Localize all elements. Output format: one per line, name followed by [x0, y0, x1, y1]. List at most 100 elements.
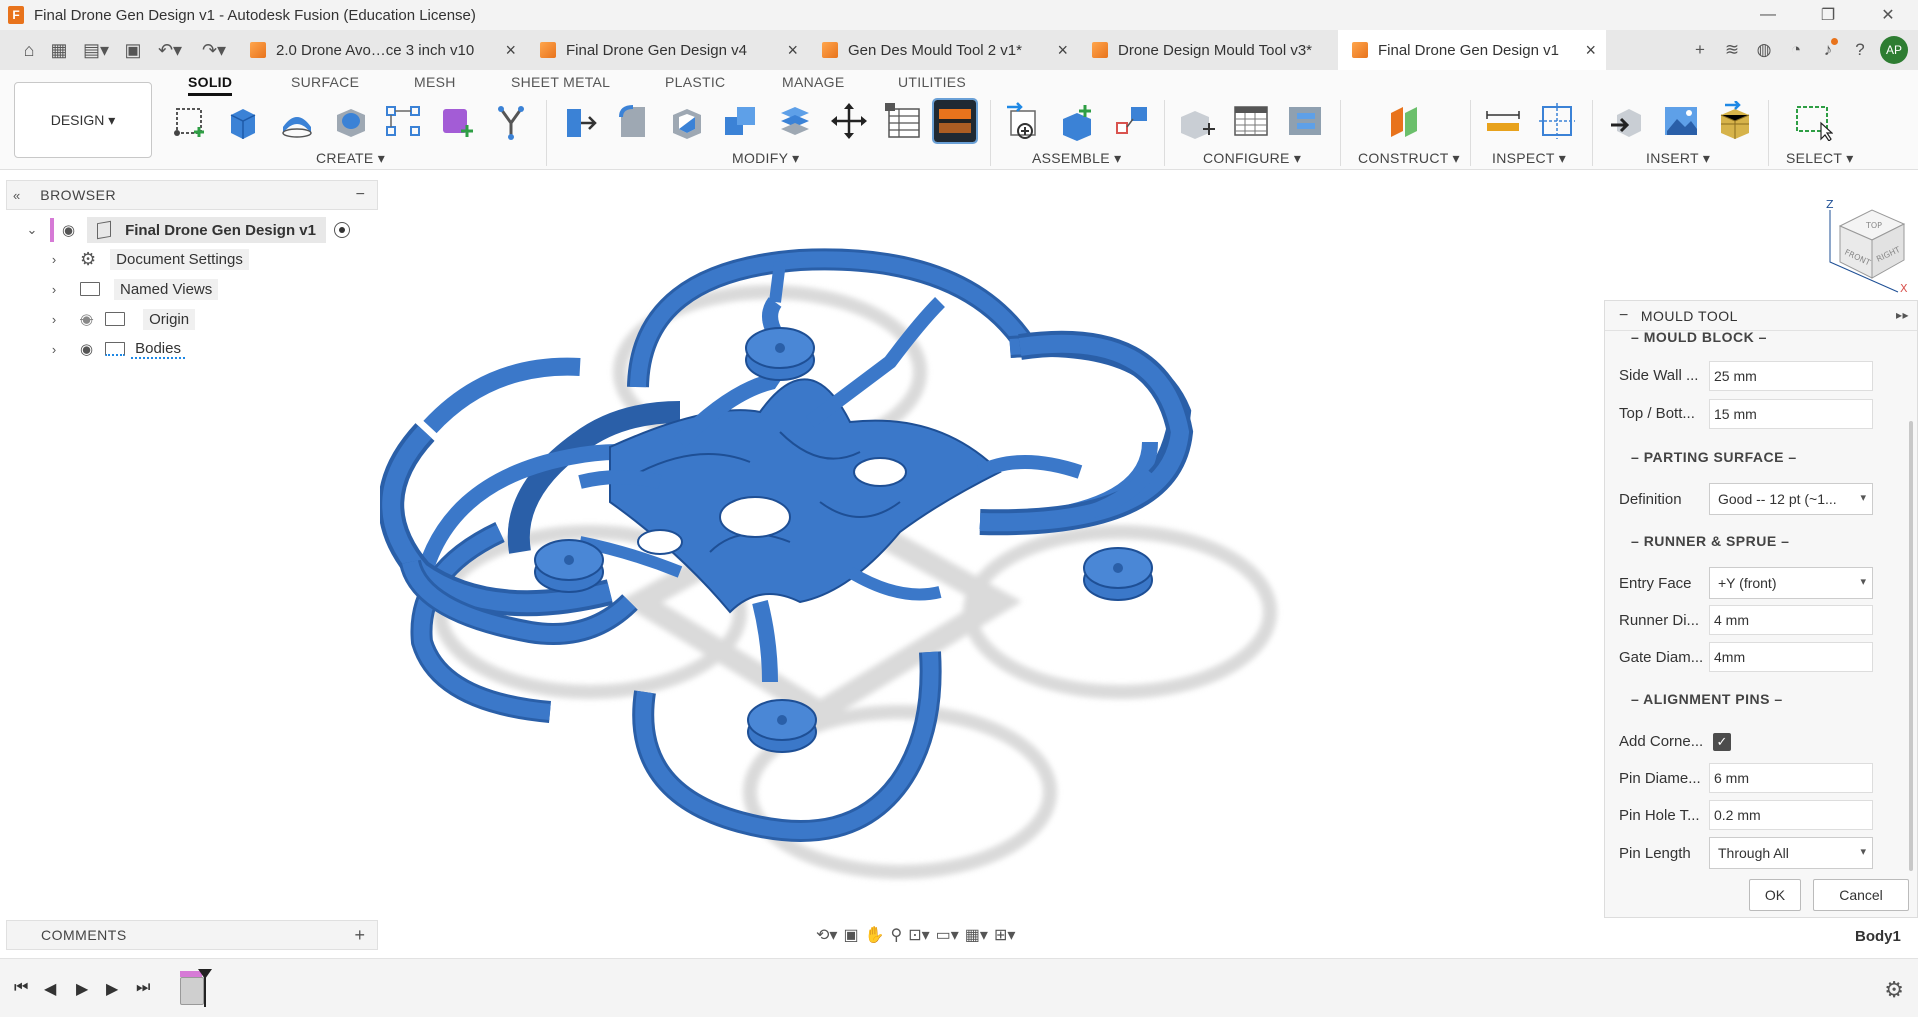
redo-icon[interactable]: ↷▾: [192, 35, 236, 65]
configuration-rule-icon[interactable]: [1284, 100, 1326, 142]
group-configure[interactable]: CONFIGURE ▾: [1203, 150, 1301, 167]
browser-item-named-views[interactable]: › Named Views: [46, 275, 219, 303]
chevron-right-icon[interactable]: ›: [46, 342, 62, 357]
viewcube[interactable]: TOP FRONT RIGHT Z X: [1810, 196, 1910, 296]
generative-design-icon[interactable]: [490, 100, 532, 142]
fillet-icon[interactable]: [612, 100, 654, 142]
pattern-icon[interactable]: [382, 100, 424, 142]
chevron-right-icon[interactable]: ›: [46, 252, 62, 267]
doc-tab-3[interactable]: Gen Des Mould Tool 2 v1* ×: [808, 30, 1078, 70]
group-insert[interactable]: INSERT ▾: [1646, 150, 1710, 167]
activate-radio-icon[interactable]: [333, 222, 350, 238]
add-comment-button[interactable]: +: [354, 925, 365, 946]
workspace-switcher[interactable]: DESIGN ▾: [14, 82, 152, 158]
doc-tab-4[interactable]: Drone Design Mould Tool v3*: [1078, 30, 1338, 70]
look-at-icon[interactable]: ▣: [843, 925, 858, 945]
browser-item-bodies[interactable]: › ◉ Bodies: [46, 335, 185, 363]
tab-surface[interactable]: SURFACE: [291, 74, 359, 90]
eye-icon[interactable]: ◉: [80, 340, 93, 358]
top-bottom-input[interactable]: 15 mm: [1709, 399, 1873, 429]
group-inspect[interactable]: INSPECT ▾: [1492, 150, 1566, 167]
new-tab-plus-icon[interactable]: +: [1688, 38, 1712, 62]
group-select[interactable]: SELECT ▾: [1786, 150, 1854, 167]
eye-icon[interactable]: ◉: [62, 221, 75, 239]
doc-tab-active[interactable]: Final Drone Gen Design v1 ×: [1338, 30, 1606, 70]
offset-plane-icon[interactable]: [1384, 100, 1426, 142]
definition-select[interactable]: Good -- 12 pt (~1...: [1709, 483, 1873, 515]
user-avatar[interactable]: AP: [1880, 36, 1908, 64]
extensions-icon[interactable]: ≋: [1720, 38, 1744, 62]
step-back-icon[interactable]: ◀: [44, 979, 56, 999]
window-select-icon[interactable]: [1792, 100, 1834, 142]
go-to-start-icon[interactable]: ⏮: [14, 979, 28, 997]
pan-icon[interactable]: ✋: [865, 925, 885, 945]
collapse-panel-icon[interactable]: «: [13, 188, 20, 203]
tab-manage[interactable]: MANAGE: [782, 74, 844, 90]
as-built-joint-icon[interactable]: [1110, 100, 1152, 142]
doc-tab-2[interactable]: Final Drone Gen Design v4 ×: [526, 30, 808, 70]
configuration-table-icon[interactable]: [1230, 100, 1272, 142]
display-settings-icon[interactable]: ▭▾: [936, 925, 959, 945]
insert-image-icon[interactable]: [1660, 100, 1702, 142]
group-modify[interactable]: MODIFY ▾: [732, 150, 800, 167]
close-window-button[interactable]: ✕: [1858, 0, 1918, 30]
compute-all-icon[interactable]: [932, 98, 978, 144]
collapse-dialog-icon[interactable]: −: [1619, 307, 1629, 325]
group-construct[interactable]: CONSTRUCT ▾: [1358, 150, 1460, 167]
eye-hidden-icon[interactable]: ◉: [80, 310, 93, 328]
change-parameters-icon[interactable]: [882, 100, 924, 142]
offset-face-icon[interactable]: [774, 100, 816, 142]
extrude-icon[interactable]: [222, 100, 264, 142]
tab-mesh[interactable]: MESH: [414, 74, 456, 90]
job-status-icon[interactable]: ◍: [1752, 38, 1776, 62]
close-tab-icon[interactable]: ×: [505, 40, 516, 61]
drone-frame-model[interactable]: [378, 172, 1600, 942]
data-panel-grid-icon[interactable]: ▦: [44, 35, 74, 65]
create-form-icon[interactable]: [436, 100, 478, 142]
group-assemble[interactable]: ASSEMBLE ▾: [1032, 150, 1121, 167]
insert-derive-icon[interactable]: [1606, 100, 1648, 142]
timeline-feature[interactable]: [180, 977, 204, 1005]
browser-root-row[interactable]: ⌄ ◉ Final Drone Gen Design v1: [24, 216, 350, 244]
browser-item-document-settings[interactable]: › ⚙ Document Settings: [46, 245, 249, 273]
3d-viewport[interactable]: [378, 172, 1600, 942]
chevron-down-icon[interactable]: ⌄: [24, 222, 40, 238]
chevron-right-icon[interactable]: ›: [46, 282, 62, 297]
move-copy-icon[interactable]: [828, 100, 870, 142]
add-corner-checkbox[interactable]: ✓: [1713, 733, 1731, 751]
chevron-right-icon[interactable]: ›: [46, 312, 62, 327]
pin-diameter-input[interactable]: 6 mm: [1709, 763, 1873, 793]
close-tab-icon[interactable]: ×: [1057, 40, 1068, 61]
zoom-icon[interactable]: ⚲: [890, 925, 902, 945]
insert-mesh-icon[interactable]: [1714, 100, 1756, 142]
shell-icon[interactable]: [666, 100, 708, 142]
press-pull-icon[interactable]: [558, 100, 600, 142]
cancel-button[interactable]: Cancel: [1813, 879, 1909, 911]
pin-length-select[interactable]: Through All: [1709, 837, 1873, 869]
help-icon[interactable]: ?: [1848, 38, 1872, 62]
configure-design-icon[interactable]: [1176, 100, 1218, 142]
orbit-icon[interactable]: ⟲▾: [816, 925, 837, 945]
side-wall-input[interactable]: 25 mm: [1709, 361, 1873, 391]
maximize-button[interactable]: ❐: [1798, 0, 1858, 30]
create-sketch-icon[interactable]: [170, 100, 212, 142]
go-to-end-icon[interactable]: ⏭: [136, 979, 150, 997]
timeline-marker[interactable]: [198, 969, 212, 1007]
grid-settings-icon[interactable]: ▦▾: [965, 925, 988, 945]
fit-icon[interactable]: ⊡▾: [908, 925, 929, 945]
doc-tab-1[interactable]: 2.0 Drone Avo…ce 3 inch v10 ×: [236, 30, 526, 70]
new-component-icon[interactable]: [1002, 100, 1044, 142]
revolve-icon[interactable]: [276, 100, 318, 142]
save-icon[interactable]: ▣: [118, 35, 148, 65]
viewports-icon[interactable]: ⊞▾: [994, 925, 1015, 945]
measure-icon[interactable]: [1482, 100, 1524, 142]
clock-icon[interactable]: ◔: [1784, 38, 1808, 62]
browser-item-origin[interactable]: › ◉ Origin: [46, 305, 196, 333]
browser-minimize-button[interactable]: −: [356, 186, 365, 204]
play-icon[interactable]: ▶: [76, 979, 88, 999]
tab-solid[interactable]: SOLID: [188, 74, 233, 96]
tab-sheet-metal[interactable]: SHEET METAL: [511, 74, 610, 90]
dialog-scrollbar[interactable]: [1909, 421, 1913, 871]
ok-button[interactable]: OK: [1749, 879, 1801, 911]
joint-icon[interactable]: [1056, 100, 1098, 142]
